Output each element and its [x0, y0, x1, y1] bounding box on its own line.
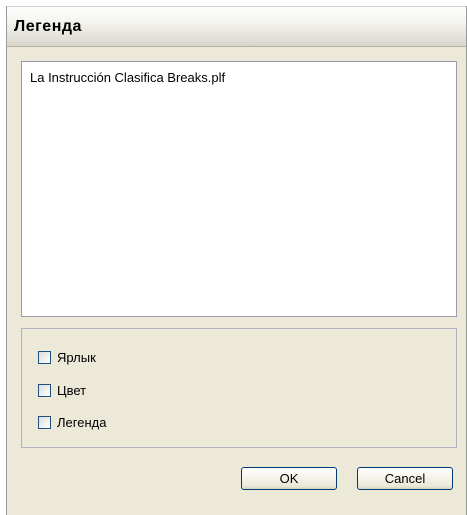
options-group: Ярлык Цвет Легенда: [21, 328, 457, 448]
dialog-title: Легенда: [14, 18, 82, 35]
checkbox[interactable]: [38, 350, 51, 364]
legend-dialog: Легенда La Instrucción Clasifica Breaks.…: [6, 6, 467, 515]
label-checkbox-option[interactable]: Ярлык: [38, 347, 96, 367]
title-bar[interactable]: Легенда: [7, 6, 466, 47]
color-checkbox-option[interactable]: Цвет: [38, 380, 86, 400]
list-item[interactable]: La Instrucción Clasifica Breaks.plf: [30, 70, 225, 85]
checkbox[interactable]: [38, 415, 51, 429]
legend-checkbox-option[interactable]: Легенда: [38, 412, 106, 432]
checkbox-label: Ярлык: [57, 349, 96, 365]
ok-button[interactable]: OK: [241, 467, 337, 490]
checkbox[interactable]: [38, 383, 51, 397]
checkbox-label: Легенда: [57, 414, 107, 430]
checkbox-label: Цвет: [57, 382, 87, 398]
file-list[interactable]: La Instrucción Clasifica Breaks.plf: [21, 61, 457, 317]
cancel-button[interactable]: Cancel: [357, 467, 453, 490]
